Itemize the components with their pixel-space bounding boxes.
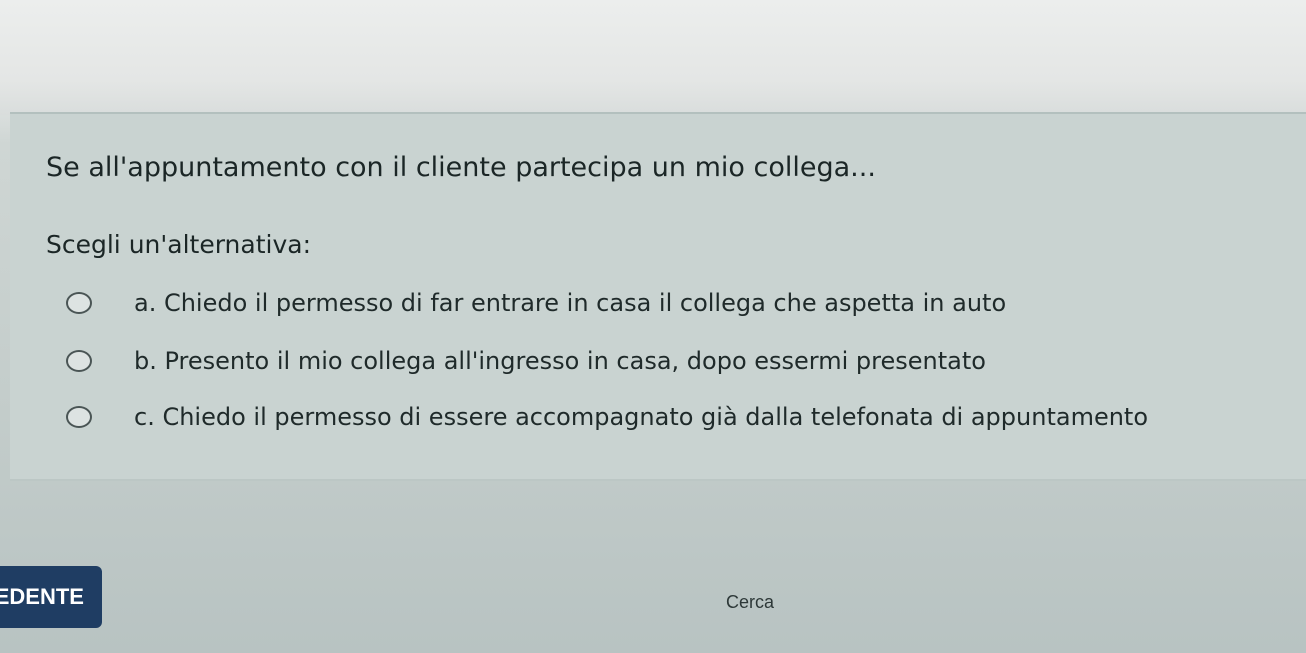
search-link[interactable]: Cerca xyxy=(726,592,774,613)
radio-button-c[interactable] xyxy=(66,406,92,428)
option-a[interactable]: a. Chiedo il permesso di far entrare in … xyxy=(66,286,1006,320)
option-c[interactable]: c. Chiedo il permesso di essere accompag… xyxy=(66,400,1148,434)
previous-button[interactable]: EDENTE xyxy=(0,566,102,628)
option-c-label: c. Chiedo il permesso di essere accompag… xyxy=(134,403,1149,431)
radio-button-a[interactable] xyxy=(66,292,92,314)
radio-button-b[interactable] xyxy=(66,350,92,372)
question-card: Se all'appuntamento con il cliente parte… xyxy=(10,112,1306,479)
question-text: Se all'appuntamento con il cliente parte… xyxy=(46,152,876,183)
background-wall xyxy=(0,0,1306,115)
instruction-text: Scegli un'alternativa: xyxy=(46,230,312,259)
option-b[interactable]: b. Presento il mio collega all'ingresso … xyxy=(66,344,986,378)
option-a-label: a. Chiedo il permesso di far entrare in … xyxy=(134,289,1007,317)
option-b-label: b. Presento il mio collega all'ingresso … xyxy=(134,347,986,375)
